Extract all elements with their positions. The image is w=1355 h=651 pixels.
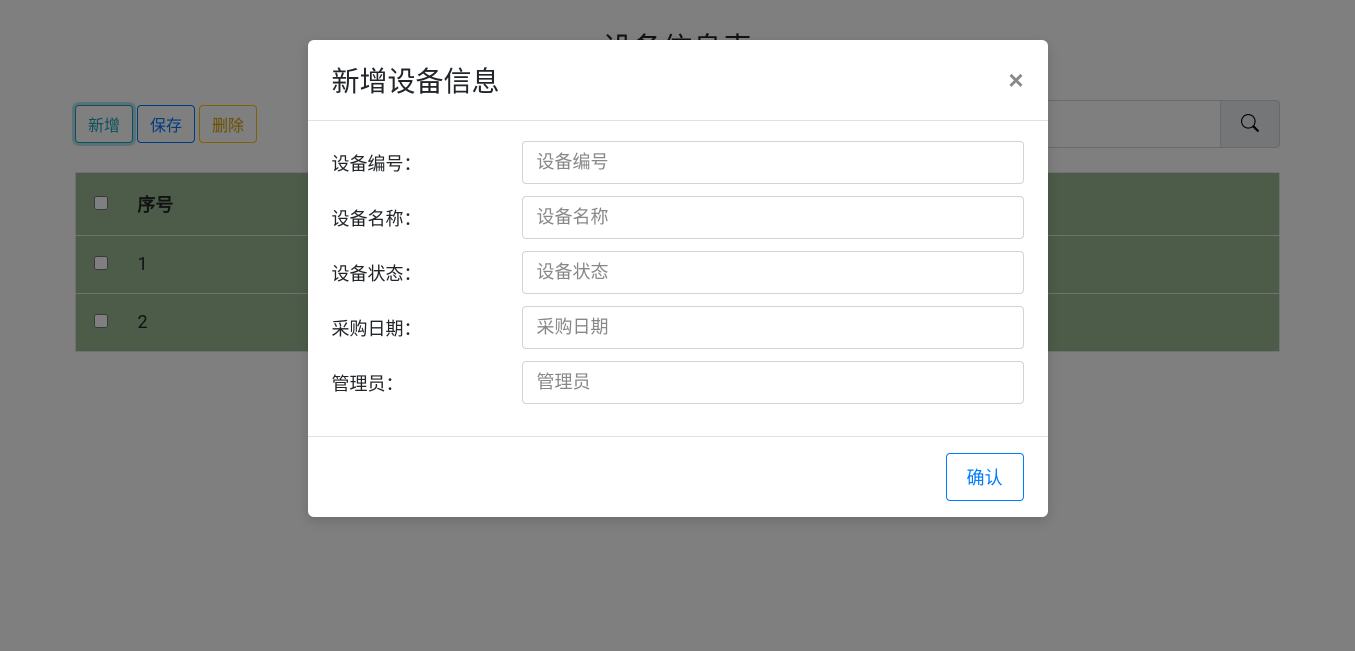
manager-input[interactable] xyxy=(522,361,1024,404)
modal-title: 新增设备信息 xyxy=(332,60,500,100)
modal-body: 设备编号： 设备名称： 设备状态： 采购日期： 管理员： xyxy=(308,121,1048,436)
modal-header: 新增设备信息 × xyxy=(308,40,1048,121)
device-no-label: 设备编号： xyxy=(332,150,522,176)
device-status-input[interactable] xyxy=(522,251,1024,294)
manager-label: 管理员： xyxy=(332,370,522,396)
purchase-date-input[interactable] xyxy=(522,306,1024,349)
modal-footer: 确认 xyxy=(308,436,1048,517)
close-icon: × xyxy=(1008,65,1023,95)
device-no-input[interactable] xyxy=(522,141,1024,184)
confirm-button[interactable]: 确认 xyxy=(946,453,1024,501)
device-status-label: 设备状态： xyxy=(332,260,522,286)
device-name-label: 设备名称： xyxy=(332,205,522,231)
device-name-input[interactable] xyxy=(522,196,1024,239)
purchase-date-label: 采购日期： xyxy=(332,315,522,341)
add-device-modal: 新增设备信息 × 设备编号： 设备名称： 设备状态： 采购日期： 管理员： 确认 xyxy=(308,40,1048,517)
modal-close-button[interactable]: × xyxy=(1008,67,1023,93)
